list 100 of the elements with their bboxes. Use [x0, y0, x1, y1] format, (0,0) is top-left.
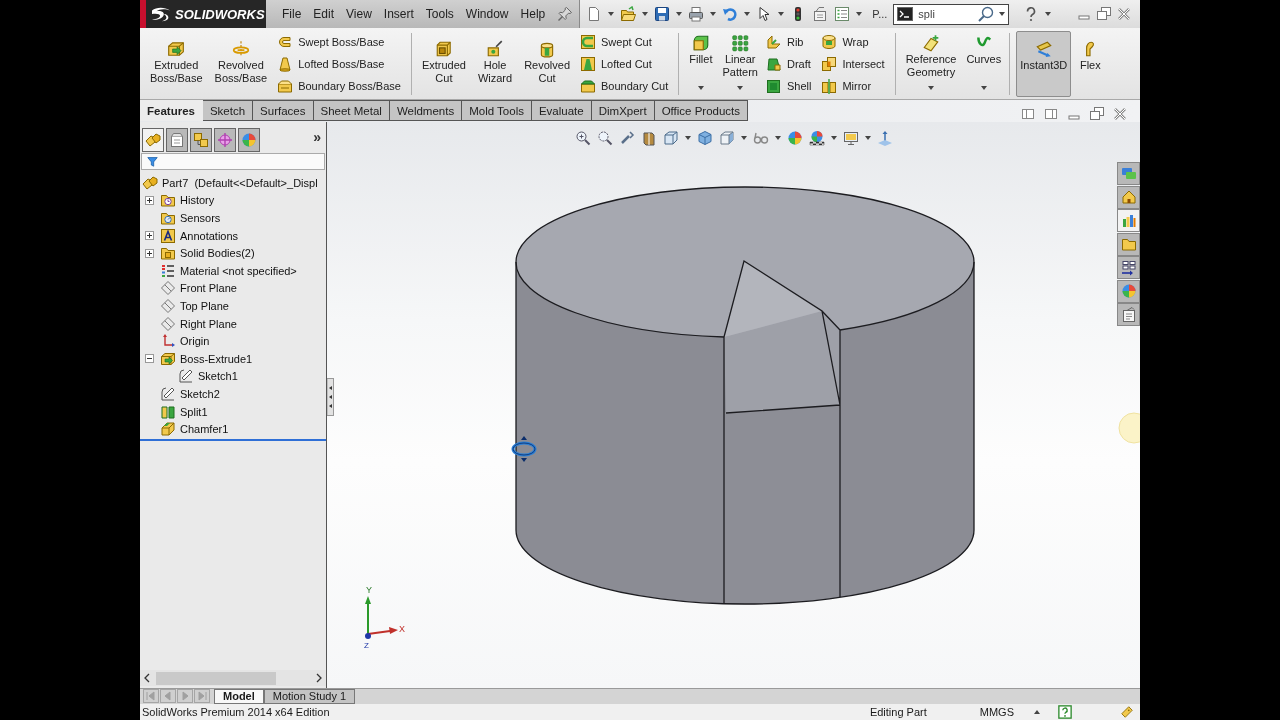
- cube-orientation-icon[interactable]: [662, 130, 679, 146]
- up-axis-icon[interactable]: [876, 130, 893, 146]
- tree-item[interactable]: Right Plane: [180, 317, 237, 330]
- ribbon-button[interactable]: Wrap: [819, 31, 887, 53]
- ribbon-button[interactable]: Swept Cut: [578, 31, 671, 53]
- tree-item[interactable]: Sketch1: [198, 370, 238, 383]
- command-tab[interactable]: Mold Tools: [462, 100, 532, 121]
- open-folder-icon[interactable]: [620, 6, 637, 22]
- close-icon[interactable]: [1116, 6, 1132, 22]
- file-properties-icon[interactable]: [812, 6, 829, 22]
- pushpin-icon[interactable]: [557, 6, 574, 22]
- tree-item[interactable]: Front Plane: [180, 282, 237, 295]
- command-tab[interactable]: DimXpert: [591, 100, 655, 121]
- caret-icon[interactable]: [864, 136, 871, 140]
- caret-icon[interactable]: [676, 12, 683, 16]
- tree-item[interactable]: Material <not specified>: [180, 264, 297, 277]
- rollback-bar[interactable]: [140, 438, 326, 441]
- ribbon-button[interactable]: Curves: [962, 31, 1006, 97]
- expand-toggle-icon[interactable]: [145, 248, 154, 258]
- tree-item[interactable]: History: [180, 194, 215, 207]
- shaded-cube-icon[interactable]: [696, 130, 713, 146]
- task-pane-tab[interactable]: [1117, 303, 1140, 326]
- caret-icon[interactable]: [684, 136, 691, 140]
- menu-item[interactable]: File: [276, 7, 308, 21]
- options-checklist-icon[interactable]: [834, 6, 851, 22]
- command-tab[interactable]: Sheet Metal: [313, 100, 390, 121]
- printer-icon[interactable]: [688, 6, 705, 22]
- caret-icon[interactable]: [642, 12, 649, 16]
- restore-icon[interactable]: [1089, 106, 1105, 122]
- tile-right-icon[interactable]: [1043, 106, 1059, 122]
- task-pane-tab[interactable]: [1117, 185, 1140, 209]
- search-icon[interactable]: [978, 6, 995, 22]
- caret-icon[interactable]: [744, 12, 751, 16]
- caret-icon[interactable]: [774, 136, 781, 140]
- caret-icon[interactable]: [740, 136, 747, 140]
- ribbon-button[interactable]: Rib: [763, 31, 814, 53]
- toolbar-label[interactable]: P...: [872, 8, 888, 20]
- task-pane-tab[interactable]: [1117, 256, 1140, 279]
- menu-item[interactable]: Window: [459, 7, 515, 21]
- command-tab[interactable]: Sketch: [202, 100, 254, 121]
- tree-item[interactable]: Top Plane: [180, 299, 229, 312]
- sphere-icon[interactable]: [786, 130, 803, 146]
- caret-icon[interactable]: [608, 12, 615, 16]
- panel-tab[interactable]: [238, 128, 260, 152]
- scrollbar-thumb[interactable]: [156, 671, 276, 685]
- ribbon-button[interactable]: Swept Boss/Base: [275, 31, 403, 53]
- expand-toggle-icon[interactable]: [145, 195, 154, 205]
- search-field[interactable]: spli: [893, 3, 1010, 25]
- ribbon-button[interactable]: Reference Geometry: [901, 31, 961, 97]
- cube-icon[interactable]: [718, 130, 735, 146]
- ribbon-button[interactable]: Boundary Boss/Base: [275, 75, 403, 97]
- units-button[interactable]: MMGS: [979, 706, 1014, 718]
- scroll-left-icon[interactable]: [143, 673, 151, 683]
- ribbon-button[interactable]: Extruded Cut: [417, 31, 470, 97]
- ribbon-button[interactable]: Fillet: [685, 31, 717, 97]
- caret-icon[interactable]: [999, 12, 1006, 16]
- horizontal-scrollbar[interactable]: [140, 670, 326, 686]
- ribbon-button[interactable]: Hole Wizard: [473, 31, 517, 97]
- command-tab[interactable]: Surfaces: [253, 100, 314, 121]
- tree-item[interactable]: Solid Bodies(2): [180, 247, 255, 260]
- panel-collapse-handle[interactable]: [327, 378, 334, 416]
- ribbon-button[interactable]: Lofted Cut: [578, 53, 671, 75]
- more-tabs-button[interactable]: »: [313, 129, 321, 145]
- tree-item[interactable]: Part7 (Default<<Default>_Displ: [162, 176, 318, 189]
- command-tab[interactable]: Weldments: [389, 100, 463, 121]
- close-icon[interactable]: [1112, 106, 1128, 122]
- caret-icon[interactable]: [1034, 710, 1040, 714]
- tree-item[interactable]: Chamfer1: [180, 423, 229, 436]
- caret-icon[interactable]: [1045, 12, 1052, 16]
- section-view-icon[interactable]: [640, 130, 657, 146]
- panel-tab[interactable]: [142, 128, 164, 152]
- help-icon[interactable]: [1058, 705, 1072, 719]
- ribbon-button[interactable]: Extruded Boss/Base: [146, 31, 207, 97]
- ribbon-button[interactable]: Shell: [763, 75, 814, 97]
- menu-item[interactable]: Edit: [307, 7, 341, 21]
- ribbon-button[interactable]: Boundary Cut: [578, 75, 671, 97]
- panel-tab[interactable]: [214, 128, 236, 152]
- tree-item[interactable]: Origin: [180, 335, 210, 348]
- panel-tab[interactable]: [190, 128, 212, 152]
- ribbon-button[interactable]: Revolved Cut: [520, 31, 574, 97]
- ribbon-button[interactable]: Intersect: [819, 53, 887, 75]
- menu-item[interactable]: Insert: [377, 7, 420, 21]
- command-tab[interactable]: Evaluate: [531, 100, 592, 121]
- sheet-tab[interactable]: Motion Study 1: [263, 689, 356, 704]
- caret-icon[interactable]: [856, 12, 863, 16]
- ribbon-button[interactable]: Linear Pattern: [718, 31, 762, 97]
- menu-item[interactable]: View: [340, 7, 378, 21]
- menu-item[interactable]: Help: [514, 7, 552, 21]
- collapse-toggle-icon[interactable]: [145, 354, 154, 364]
- zoom-area-icon[interactable]: [596, 130, 613, 146]
- scroll-right-icon[interactable]: [315, 673, 323, 683]
- menu-item[interactable]: Tools: [419, 7, 460, 21]
- ribbon-button[interactable]: Draft: [763, 53, 814, 75]
- ribbon-button[interactable]: Instant3D: [1016, 31, 1072, 97]
- ribbon-button[interactable]: Flex: [1075, 31, 1106, 97]
- command-tab[interactable]: Office Products: [654, 100, 749, 121]
- glasses-icon[interactable]: [752, 130, 769, 146]
- monitor-icon[interactable]: [842, 130, 859, 146]
- tile-left-icon[interactable]: [1020, 106, 1036, 122]
- zoom-fit-icon[interactable]: [574, 130, 591, 146]
